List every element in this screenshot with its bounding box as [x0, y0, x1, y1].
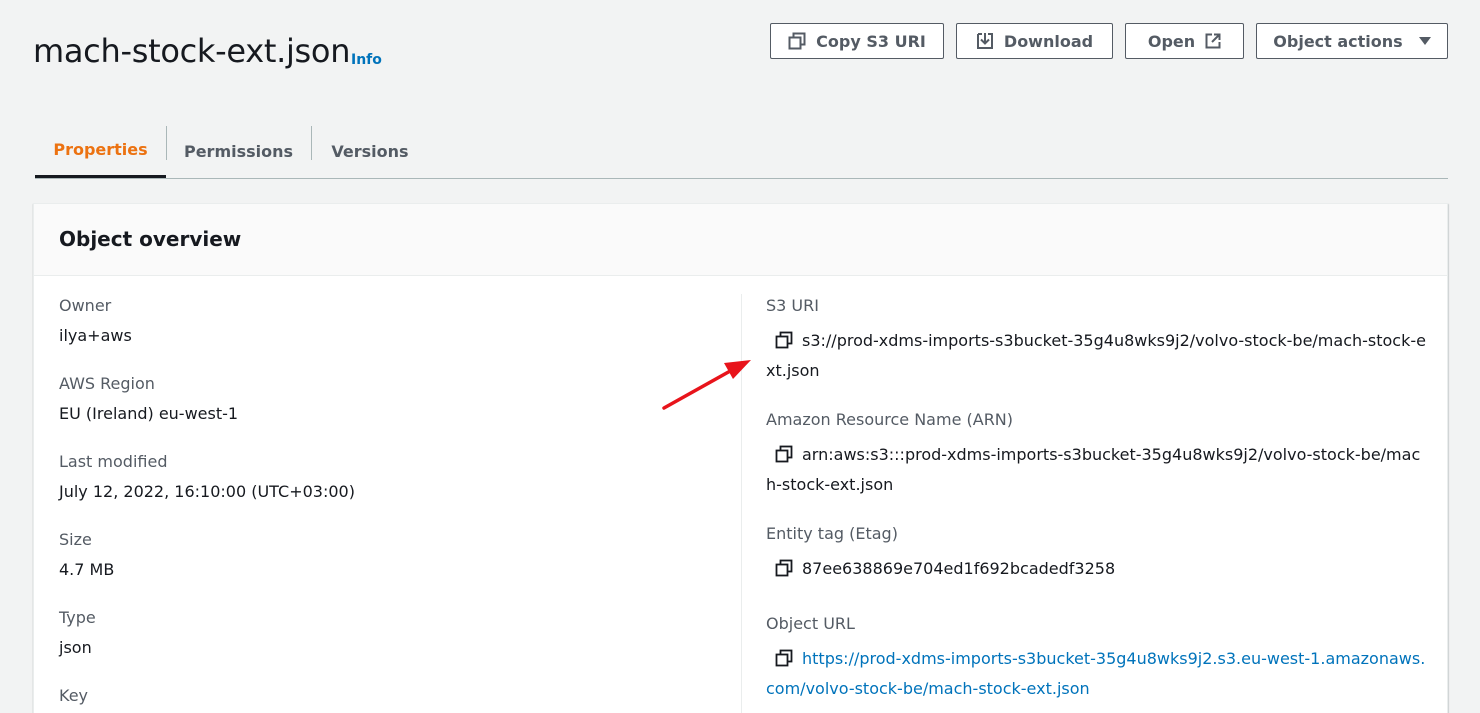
key-label: Key — [59, 686, 89, 705]
etag-value: 87ee638869e704ed1f692bcadedf3258 — [802, 559, 1116, 578]
copy-s3-uri-label: Copy S3 URI — [816, 31, 926, 51]
tab-versions[interactable]: Versions — [311, 124, 429, 179]
last-modified-value: July 12, 2022, 16:10:00 (UTC+03:00) — [59, 482, 355, 501]
object-url-row: https://prod-xdms-imports-s3bucket-35g4u… — [766, 644, 1426, 704]
copy-icon[interactable] — [774, 331, 794, 349]
tab-permissions[interactable]: Permissions — [166, 124, 311, 179]
open-button[interactable]: Open — [1125, 23, 1244, 59]
s3-object-page: mach-stock-ext.json Info Copy S3 URI Dow… — [0, 0, 1480, 713]
s3-uri-value: s3://prod-xdms-imports-s3bucket-35g4u8wk… — [766, 331, 1426, 380]
size-label: Size — [59, 530, 92, 549]
copy-s3-uri-button[interactable]: Copy S3 URI — [770, 23, 944, 59]
owner-label: Owner — [59, 296, 112, 315]
open-label: Open — [1147, 31, 1196, 51]
column-divider — [741, 294, 742, 713]
last-modified-label: Last modified — [59, 452, 168, 471]
arn-label: Amazon Resource Name (ARN) — [766, 410, 1014, 429]
download-icon — [976, 33, 993, 49]
object-url-label: Object URL — [766, 614, 855, 633]
type-value: json — [59, 638, 92, 657]
page-title: mach-stock-ext.json — [33, 32, 351, 70]
copy-icon — [788, 32, 806, 50]
copy-icon[interactable] — [774, 445, 794, 463]
etag-label: Entity tag (Etag) — [766, 524, 898, 543]
object-overview-panel: Object overview Owner ilya+aws AWS Regio… — [33, 203, 1448, 713]
object-actions-dropdown[interactable]: Object actions — [1256, 23, 1448, 59]
info-link[interactable]: Info — [351, 52, 382, 68]
download-label: Download — [1003, 31, 1094, 51]
object-url-link[interactable]: https://prod-xdms-imports-s3bucket-35g4u… — [766, 649, 1425, 698]
copy-icon[interactable] — [774, 649, 794, 667]
region-value: EU (Ireland) eu-west-1 — [59, 404, 239, 423]
external-link-icon — [1205, 33, 1221, 49]
object-actions-label: Object actions — [1273, 31, 1403, 51]
panel-header: Object overview — [34, 204, 1447, 276]
tab-list: Properties Permissions Versions — [35, 124, 1448, 179]
region-label: AWS Region — [59, 374, 155, 393]
panel-title: Object overview — [59, 227, 242, 251]
s3-uri-row: s3://prod-xdms-imports-s3bucket-35g4u8wk… — [766, 326, 1426, 386]
caret-down-icon — [1418, 37, 1431, 45]
arn-row: arn:aws:s3:::prod-xdms-imports-s3bucket-… — [766, 440, 1426, 500]
owner-value: ilya+aws — [59, 326, 132, 345]
type-label: Type — [59, 608, 96, 627]
s3-uri-label: S3 URI — [766, 296, 819, 315]
size-value: 4.7 MB — [59, 560, 115, 579]
copy-icon[interactable] — [774, 559, 794, 577]
download-button[interactable]: Download — [956, 23, 1113, 59]
tab-properties[interactable]: Properties — [35, 124, 166, 178]
etag-row: 87ee638869e704ed1f692bcadedf3258 — [766, 554, 1426, 584]
arn-value: arn:aws:s3:::prod-xdms-imports-s3bucket-… — [766, 445, 1421, 494]
